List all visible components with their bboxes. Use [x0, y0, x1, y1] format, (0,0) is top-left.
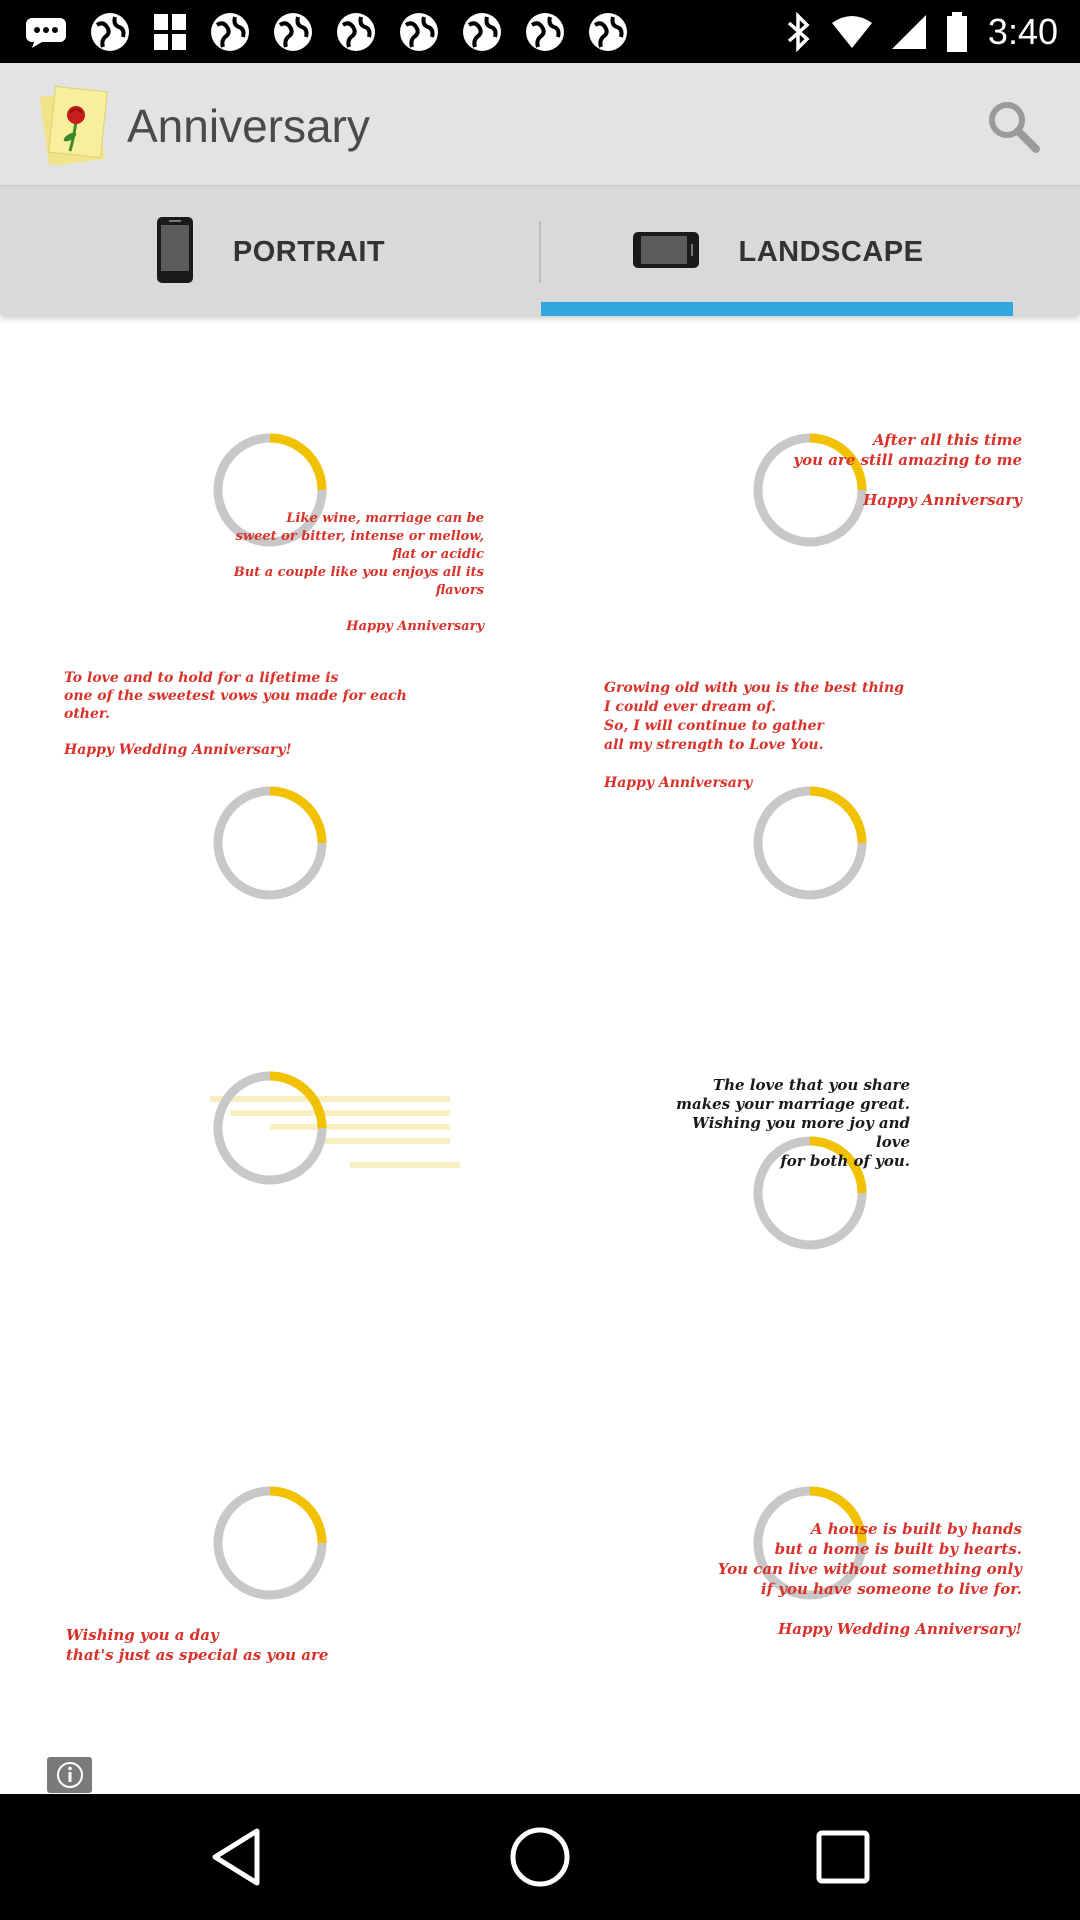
recents-square-icon — [816, 1830, 870, 1884]
message-icon — [24, 16, 68, 48]
greeting-card[interactable] — [0, 1020, 540, 1371]
signal-icon — [891, 14, 926, 49]
notification-icons — [24, 11, 629, 53]
phone-landscape-icon — [631, 230, 701, 275]
bluetooth-icon — [786, 11, 812, 52]
loading-spinner-icon — [213, 1486, 327, 1600]
tab-portrait-label: PORTRAIT — [232, 235, 386, 268]
globe-icon — [335, 11, 377, 53]
globe-icon — [587, 11, 629, 53]
recents-button[interactable] — [808, 1822, 878, 1892]
tab-landscape[interactable]: LANDSCAPE — [541, 187, 1013, 317]
greeting-text: Wishing you a day that's just as special… — [66, 1626, 329, 1664]
home-button[interactable] — [505, 1822, 575, 1892]
loading-spinner-icon — [213, 1071, 327, 1185]
back-button[interactable] — [202, 1822, 272, 1892]
greeting-text: After all this time you are still amazin… — [793, 431, 1022, 509]
greeting-card[interactable]: Growing old with you is the best thing I… — [540, 669, 1080, 1020]
app-bar: Anniversary — [0, 63, 1080, 185]
home-circle-icon — [510, 1827, 570, 1887]
greeting-card[interactable]: Wishing you a day that's just as special… — [0, 1371, 540, 1722]
wifi-icon — [831, 15, 872, 49]
greeting-text: A house is built by hands but a home is … — [717, 1520, 1022, 1638]
greeting-card[interactable]: To love and to hold for a lifetime is on… — [0, 669, 540, 1020]
info-icon — [56, 1762, 83, 1788]
back-triangle-icon — [212, 1828, 260, 1886]
battery-icon — [946, 11, 968, 52]
phone-portrait-icon — [155, 215, 195, 290]
greeting-text: To love and to hold for a lifetime is on… — [64, 670, 407, 758]
globe-icon — [209, 11, 251, 53]
globe-icon — [398, 11, 440, 53]
greeting-card[interactable]: A house is built by hands but a home is … — [540, 1371, 1080, 1722]
globe-icon — [524, 11, 566, 53]
grid-icon — [152, 12, 188, 52]
tab-landscape-label: LANDSCAPE — [738, 235, 924, 268]
greeting-card[interactable]: The love that you share makes your marri… — [540, 1020, 1080, 1371]
greeting-text: Growing old with you is the best thing I… — [604, 680, 904, 791]
status-time: 3:40 — [987, 10, 1058, 52]
loading-spinner-icon — [213, 786, 327, 900]
globe-icon — [461, 11, 503, 53]
greeting-text: The love that you share makes your marri… — [676, 1076, 910, 1170]
app-title: Anniversary — [127, 100, 370, 152]
globe-icon — [272, 11, 314, 53]
rose-card-icon[interactable] — [39, 85, 108, 167]
search-icon — [989, 102, 1040, 153]
search-button[interactable] — [986, 99, 1040, 153]
selected-tab-indicator — [541, 302, 1013, 316]
greeting-card[interactable]: Like wine, marriage can be sweet or bitt… — [0, 318, 540, 669]
greeting-text: Like wine, marriage can be sweet or bitt… — [233, 511, 484, 634]
card-grid: Like wine, marriage can be sweet or bitt… — [0, 318, 1080, 1794]
status-bar: 3:40 — [0, 0, 1080, 63]
globe-icon — [89, 11, 131, 53]
navigation-bar — [0, 1794, 1080, 1920]
tab-bar: PORTRAIT LANDSCAPE — [0, 185, 1080, 317]
loading-spinner-icon — [753, 786, 867, 900]
info-button[interactable] — [47, 1757, 92, 1793]
greeting-card[interactable]: After all this time you are still amazin… — [540, 318, 1080, 669]
tab-portrait[interactable]: PORTRAIT — [0, 187, 540, 317]
